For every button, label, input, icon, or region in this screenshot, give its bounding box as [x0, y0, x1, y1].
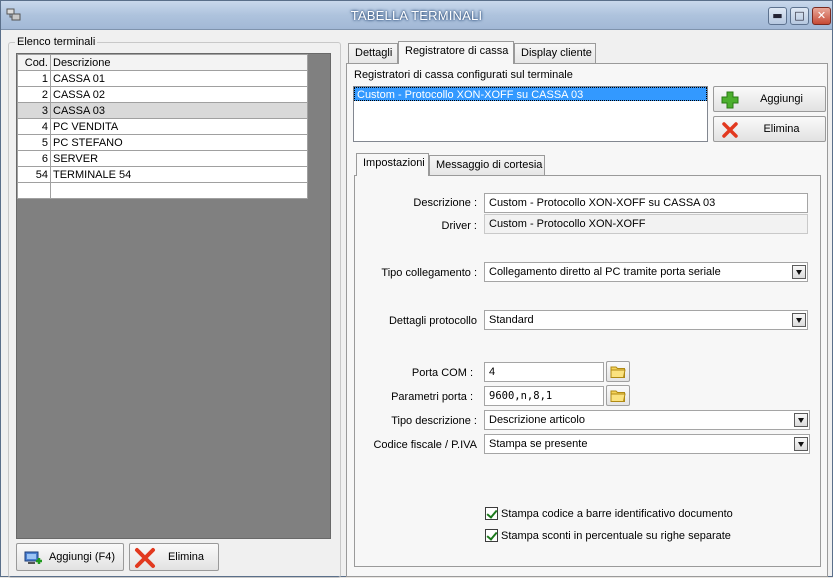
- tipo-descrizione-select[interactable]: Descrizione articolo: [484, 410, 810, 430]
- add-terminal-button[interactable]: Aggiungi (F4): [16, 543, 124, 571]
- column-header-code[interactable]: Cod.: [17, 54, 51, 71]
- minimize-button[interactable]: ▬: [768, 7, 787, 25]
- tipo-descrizione-label: Tipo descrizione :: [391, 415, 477, 427]
- cell-description: PC VENDITA: [50, 118, 308, 135]
- cell-code: 4: [17, 118, 51, 135]
- table-row-new[interactable]: [17, 182, 308, 199]
- delete-terminal-label: Elimina: [167, 551, 205, 563]
- tab-registratore-di-cassa[interactable]: Registratore di cassa: [398, 41, 514, 64]
- porta-com-input[interactable]: 4: [484, 362, 604, 382]
- tab-messaggio-di-cortesia[interactable]: Messaggio di cortesia: [429, 155, 545, 175]
- cell-code: 6: [17, 150, 51, 167]
- chevron-down-icon[interactable]: [792, 313, 806, 327]
- parametri-porta-browse-button[interactable]: [606, 385, 630, 406]
- descrizione-input[interactable]: Custom - Protocollo XON-XOFF su CASSA 03: [484, 193, 808, 213]
- porta-com-browse-button[interactable]: [606, 361, 630, 382]
- dettagli-protocollo-label: Dettagli protocollo: [388, 315, 477, 327]
- barcode-checkbox-label: Stampa codice a barre identificativo doc…: [501, 507, 733, 520]
- cell-description: CASSA 01: [50, 70, 308, 87]
- table-row[interactable]: 4 PC VENDITA: [17, 118, 308, 135]
- barcode-checkbox[interactable]: Stampa codice a barre identificativo doc…: [485, 507, 733, 520]
- chevron-down-icon[interactable]: [794, 413, 808, 427]
- folder-icon: [610, 366, 626, 378]
- delete-register-button[interactable]: Elimina: [713, 116, 826, 142]
- table-row-selected[interactable]: 3 CASSA 03: [17, 102, 308, 119]
- cell-code: 1: [17, 70, 51, 87]
- tab-impostazioni[interactable]: Impostazioni: [356, 153, 429, 176]
- tipo-collegamento-select[interactable]: Collegamento diretto al PC tramite porta…: [484, 262, 808, 282]
- table-header: Cod. Descrizione: [17, 54, 308, 71]
- main-tabstrip: Dettagli Registratore di cassa Display c…: [348, 41, 828, 64]
- driver-field: Custom - Protocollo XON-XOFF: [484, 214, 808, 234]
- cell-description: TERMINALE 54: [50, 166, 308, 183]
- cell-code: 54: [17, 166, 51, 183]
- sconti-checkbox-label: Stampa sconti in percentuale su righe se…: [501, 529, 731, 542]
- porta-com-label: Porta COM :: [411, 367, 473, 379]
- table-row[interactable]: 1 CASSA 01: [17, 70, 308, 87]
- checkbox-checked-icon[interactable]: [485, 529, 498, 542]
- cell-code: 3: [17, 102, 51, 119]
- cell-code: 2: [17, 86, 51, 103]
- cell-code-empty: [17, 182, 51, 199]
- parametri-porta-input[interactable]: 9600,n,8,1: [484, 386, 604, 406]
- column-header-description[interactable]: Descrizione: [50, 54, 308, 71]
- tipo-collegamento-value: Collegamento diretto al PC tramite porta…: [489, 266, 721, 278]
- add-terminal-icon: [24, 551, 42, 564]
- delete-icon: [135, 548, 155, 568]
- table-row[interactable]: 6 SERVER: [17, 150, 308, 167]
- cell-description: SERVER: [50, 150, 308, 167]
- chevron-down-icon[interactable]: [794, 437, 808, 451]
- cell-description: CASSA 02: [50, 86, 308, 103]
- driver-label: Driver :: [441, 220, 477, 232]
- settings-tabstrip: Impostazioni Messaggio di cortesia: [356, 153, 656, 176]
- dettagli-protocollo-value: Standard: [489, 314, 534, 326]
- maximize-button[interactable]: □: [790, 7, 809, 25]
- delete-icon: [722, 122, 738, 138]
- cell-description-empty: [50, 182, 308, 199]
- table-row[interactable]: 2 CASSA 02: [17, 86, 308, 103]
- terminals-group-label: Elenco terminali: [15, 36, 98, 48]
- codice-fiscale-value: Stampa se presente: [489, 438, 588, 450]
- plus-icon: [721, 91, 739, 109]
- tipo-collegamento-label: Tipo collegamento :: [381, 267, 477, 279]
- codice-fiscale-select[interactable]: Stampa se presente: [484, 434, 810, 454]
- tab-dettagli[interactable]: Dettagli: [348, 43, 398, 63]
- checkbox-checked-icon[interactable]: [485, 507, 498, 520]
- sconti-checkbox[interactable]: Stampa sconti in percentuale su righe se…: [485, 529, 731, 542]
- tipo-descrizione-value: Descrizione articolo: [489, 414, 585, 426]
- folder-icon: [610, 390, 626, 402]
- add-register-button[interactable]: Aggiungi: [713, 86, 826, 112]
- parametri-porta-label: Parametri porta :: [391, 391, 473, 403]
- add-terminal-label: Aggiungi (F4): [48, 551, 116, 563]
- register-list-label: Registratori di cassa configurati sul te…: [354, 69, 573, 81]
- tab-display-cliente[interactable]: Display cliente: [514, 43, 596, 63]
- delete-terminal-button[interactable]: Elimina: [129, 543, 219, 571]
- codice-fiscale-label: Codice fiscale / P.IVA: [373, 439, 477, 451]
- chevron-down-icon[interactable]: [792, 265, 806, 279]
- terminals-grid[interactable]: Cod. Descrizione 1 CASSA 01 2 CASSA 02 3 CA…: [16, 53, 331, 539]
- table-row[interactable]: 5 PC STEFANO: [17, 134, 308, 151]
- descrizione-label: Descrizione :: [413, 197, 477, 209]
- close-button[interactable]: ✕: [812, 7, 831, 25]
- terminals-table: Cod. Descrizione 1 CASSA 01 2 CASSA 02 3 CA…: [17, 54, 308, 199]
- cell-description: CASSA 03: [50, 102, 308, 119]
- register-listbox[interactable]: Custom - Protocollo XON-XOFF su CASSA 03: [353, 86, 708, 142]
- add-register-label: Aggiungi: [760, 93, 803, 105]
- table-row[interactable]: 54 TERMINALE 54: [17, 166, 308, 183]
- list-item[interactable]: Custom - Protocollo XON-XOFF su CASSA 03: [354, 87, 707, 101]
- title-bar[interactable]: TABELLA TERMINALI ▬ □ ✕: [1, 1, 832, 30]
- main-window: TABELLA TERMINALI ▬ □ ✕ Elenco terminali…: [0, 0, 833, 578]
- window-title: TABELLA TERMINALI: [350, 8, 483, 23]
- dettagli-protocollo-select[interactable]: Standard: [484, 310, 808, 330]
- cell-description: PC STEFANO: [50, 134, 308, 151]
- cell-code: 5: [17, 134, 51, 151]
- delete-register-label: Elimina: [763, 123, 800, 135]
